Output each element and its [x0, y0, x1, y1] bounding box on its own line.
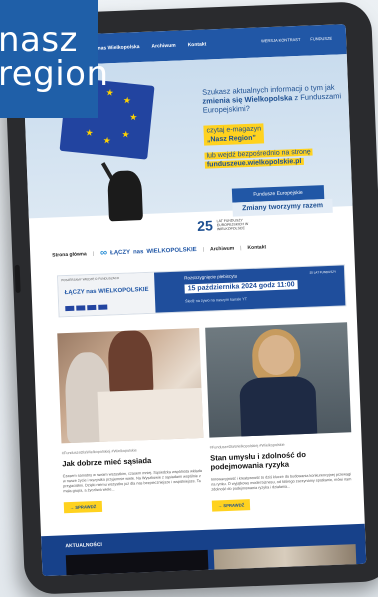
banner-badge: 25 LAT FUNDUSZY: [309, 269, 337, 275]
topbar-icons: WERSJA KONTRAST FUNDUSZE: [261, 36, 332, 44]
banner-subtext: Śledź na żywo na naszym kanale YT: [185, 297, 248, 304]
brand-text-top: ŁĄCZY: [109, 249, 131, 256]
article-card[interactable]: #FunduszeDlaWielkopolskiej #Wielkopolski…: [205, 322, 354, 512]
nav-contact[interactable]: Kontakt: [247, 244, 266, 251]
news-thumbnail[interactable]: [213, 544, 357, 574]
banner-right-panel: Rozstrzygnięcie plebiscytu 15 październi…: [153, 265, 346, 313]
person-silhouette: [107, 170, 143, 222]
accessibility-icon[interactable]: WERSJA KONTRAST: [261, 37, 301, 44]
brand-icon: ∞: [99, 247, 108, 259]
article-title[interactable]: Jak dobrze mieć sąsiada: [62, 454, 204, 468]
nav-separator: |: [92, 250, 95, 257]
brand-text-bottom: WIELKOPOLSKIE: [146, 246, 197, 255]
tablet-side-button: [14, 264, 21, 293]
article-excerpt: Innowacyjność i kreatywność to dziś kluc…: [210, 472, 352, 492]
eu-logos-strip: [65, 304, 108, 312]
read-more-button[interactable]: → SPRAWDŹ: [63, 500, 103, 514]
top-nav: Łączy nas Wielkopolska Archiwum Kontakt: [82, 41, 206, 52]
banner-date: 15 października 2024 godz 11:00: [184, 280, 298, 294]
banner-tag: POSZERZAMY WIEDZĘ O FUNDUSZACH: [61, 276, 120, 283]
nav-home[interactable]: Strona główna: [52, 251, 87, 258]
nav-item-archiwum[interactable]: Archiwum: [151, 43, 175, 50]
article-image[interactable]: [57, 327, 204, 444]
plebiscite-banner[interactable]: POSZERZAMY WIEDZĘ O FUNDUSZACH ŁĄCZY nas…: [57, 264, 347, 318]
nav-item-kontakt[interactable]: Kontakt: [188, 41, 207, 48]
logo-line2: region: [0, 54, 109, 94]
read-more-button[interactable]: → SPRAWDŹ: [211, 499, 251, 512]
nasz-region-logo: nasz region: [0, 0, 108, 118]
nav-separator: |: [240, 244, 242, 251]
news-section: AKTUALNOŚCI: [41, 523, 367, 577]
article-excerpt: Czasem samotny w swoim wszystkim, czasem…: [62, 468, 202, 494]
article-title[interactable]: Stan umysłu i zdolność do podejmowania r…: [210, 448, 353, 472]
anniversary-mark: 25: [196, 217, 214, 234]
secondary-nav: Strona główna | ∞ ŁĄCZY nas WIELKOPOLSKI…: [52, 238, 342, 260]
brand-logo[interactable]: ∞ ŁĄCZY nas WIELKOPOLSKIE: [100, 244, 197, 259]
website-cta[interactable]: lub wejdź bezpośrednio na stronę fundusz…: [204, 146, 345, 169]
hero-heading: Szukasz aktualnych informacji o tym jak …: [202, 82, 343, 115]
emagazine-cta[interactable]: czytaj e-magazyn „Nasz Region”: [203, 123, 265, 146]
nav-archive[interactable]: Archiwum: [210, 245, 234, 252]
banner-heading: Rozstrzygnięcie plebiscytu: [184, 273, 238, 281]
nav-separator: |: [202, 246, 205, 253]
cta2-link[interactable]: funduszeue.wielkopolskie.pl: [204, 157, 304, 169]
logo-line1: nasz: [0, 20, 78, 60]
cta1-line2: „Nasz Region”: [206, 134, 257, 144]
news-heading: AKTUALNOŚCI: [65, 541, 102, 550]
anniversary-logo: 25 LAT FUNDUSZY EUROPEJSKICH W WIELKOPOL…: [197, 216, 257, 234]
banner-brand: ŁĄCZY nas WIELKOPOLSKIE: [64, 286, 149, 297]
article-card[interactable]: #FunduszeDlaWielkopolskiej #Wielkopolski…: [57, 327, 206, 514]
eu-icon[interactable]: FUNDUSZE: [310, 36, 332, 42]
article-image[interactable]: [205, 322, 352, 438]
slogan: Zmiany tworzymy razem: [232, 198, 333, 217]
brand-text-mid: nas: [132, 248, 144, 255]
news-thumbnail[interactable]: [65, 549, 209, 577]
banner-left-panel: POSZERZAMY WIEDZĘ O FUNDUSZACH ŁĄCZY nas…: [58, 272, 156, 317]
anniversary-text: LAT FUNDUSZY EUROPEJSKICH W WIELKOPOLSCE: [216, 218, 249, 232]
